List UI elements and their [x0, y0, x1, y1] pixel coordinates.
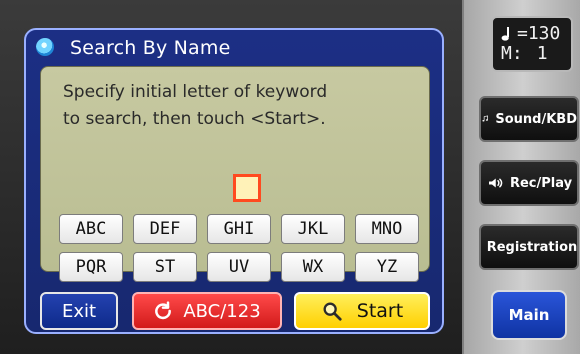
- music-note-icon: [482, 115, 488, 122]
- key-yz[interactable]: YZ: [355, 252, 419, 282]
- key-ghi[interactable]: GHI: [207, 214, 271, 244]
- key-uv[interactable]: UV: [207, 252, 271, 282]
- refresh-icon: [155, 301, 172, 320]
- dialog-buttons: Exit ABC/123 Start: [40, 292, 460, 332]
- tempo-bpm: =130: [517, 23, 561, 44]
- tempo-line: =130: [501, 24, 563, 44]
- rec-play-label: Rec/Play: [509, 175, 573, 191]
- exit-label: Exit: [61, 300, 97, 322]
- main-button[interactable]: Main: [491, 290, 567, 340]
- dialog-title: Search By Name: [70, 37, 231, 59]
- measure-value: 1: [536, 43, 548, 64]
- measure-line: M: 1: [501, 44, 563, 64]
- abc-123-toggle-button[interactable]: ABC/123: [132, 292, 282, 330]
- screen: Search By Name Specify initial letter of…: [0, 0, 580, 354]
- registration-button[interactable]: Registration: [479, 224, 579, 270]
- instruction-panel: Specify initial letter of keyword to sea…: [40, 66, 430, 282]
- sound-kbd-button[interactable]: Sound/KBD: [479, 96, 579, 142]
- initial-letter-box: [233, 174, 261, 202]
- rec-play-button[interactable]: Rec/Play: [479, 160, 579, 206]
- key-abc[interactable]: ABC: [59, 214, 123, 244]
- speaker-icon: [488, 178, 503, 188]
- quarter-note-icon: [501, 27, 509, 41]
- key-jkl[interactable]: JKL: [281, 214, 345, 244]
- main-label: Main: [508, 306, 550, 324]
- start-button[interactable]: Start: [294, 292, 430, 330]
- search-by-name-dialog: Search By Name Specify initial letter of…: [24, 28, 444, 334]
- measure-label: M:: [501, 43, 523, 64]
- letter-keypad: ABC DEF GHI JKL MNO PQR ST UV WX YZ: [59, 214, 429, 284]
- right-rail: =130 M: 1 Sound/KBD Rec/Play Registratio…: [462, 0, 580, 354]
- key-def[interactable]: DEF: [133, 214, 197, 244]
- registration-label: Registration: [486, 239, 578, 255]
- search-icon: [323, 302, 342, 321]
- exit-button[interactable]: Exit: [40, 292, 118, 330]
- start-label: Start: [356, 300, 404, 322]
- key-wx[interactable]: WX: [281, 252, 345, 282]
- tempo-display: =130 M: 1: [491, 16, 573, 72]
- sound-kbd-label: Sound/KBD: [495, 111, 577, 127]
- cd-icon: [36, 38, 54, 56]
- abc-123-label: ABC/123: [183, 300, 261, 322]
- instruction-text: Specify initial letter of keyword to sea…: [63, 82, 328, 129]
- key-pqr[interactable]: PQR: [59, 252, 123, 282]
- key-st[interactable]: ST: [133, 252, 197, 282]
- key-mno[interactable]: MNO: [355, 214, 419, 244]
